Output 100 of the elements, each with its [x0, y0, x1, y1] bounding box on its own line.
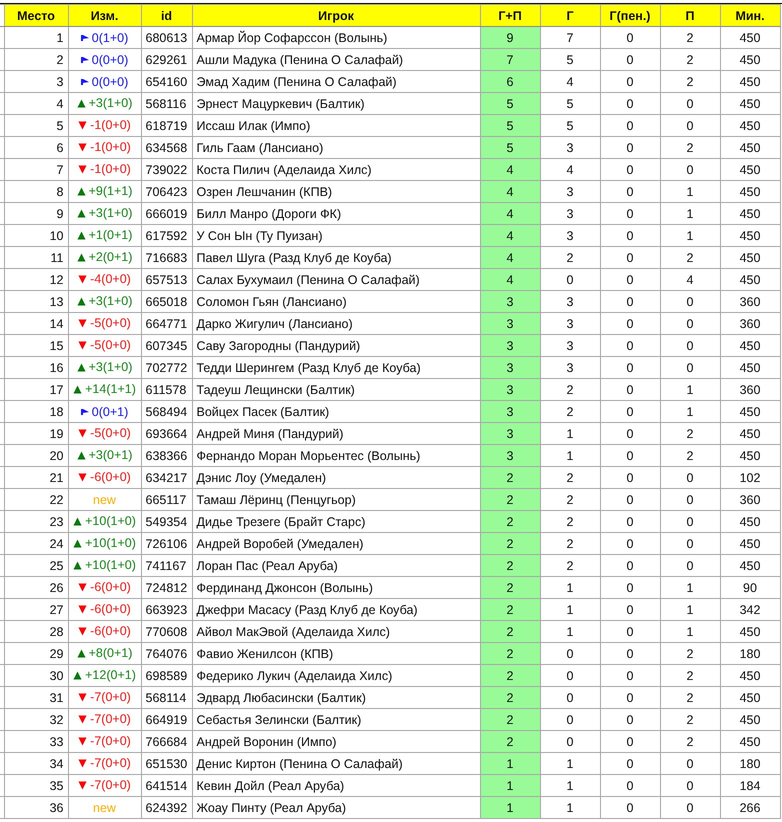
- change-value: +8(0+1): [88, 646, 132, 660]
- table-cell: 450: [720, 202, 780, 224]
- table-cell: 0: [660, 554, 720, 576]
- table-cell: 1: [660, 180, 720, 202]
- change-value: -5(0+0): [90, 338, 131, 352]
- table-cell: 0: [660, 510, 720, 532]
- column-header: Место: [4, 4, 68, 26]
- table-cell: 0: [600, 114, 660, 136]
- table-cell: 22: [4, 488, 68, 510]
- table-cell: 450: [720, 246, 780, 268]
- table-cell: 2: [660, 136, 720, 158]
- column-header: П: [660, 4, 720, 26]
- table-cell: 2: [660, 730, 720, 752]
- table-cell: 3: [480, 378, 540, 400]
- table-cell: 0: [600, 290, 660, 312]
- table-cell: 666019: [141, 202, 192, 224]
- table-cell: 184: [720, 774, 780, 796]
- table-cell: 2: [480, 466, 540, 488]
- table-cell: 1: [660, 576, 720, 598]
- table-cell: 3: [540, 224, 600, 246]
- table-cell: 2: [540, 466, 600, 488]
- table-cell: 450: [720, 26, 780, 48]
- table-cell: Фернандо Моран Морьентес (Волынь): [192, 444, 480, 466]
- table-cell: 21: [4, 466, 68, 488]
- table-cell: 2: [660, 444, 720, 466]
- table-cell: 2: [660, 708, 720, 730]
- table-cell: 3: [540, 334, 600, 356]
- table-cell: 1: [540, 598, 600, 620]
- column-header: Игрок: [192, 4, 480, 26]
- table-cell: 657513: [141, 268, 192, 290]
- table-cell: 5: [540, 114, 600, 136]
- table-cell: 360: [720, 378, 780, 400]
- change-value: -1(0+0): [90, 140, 131, 154]
- table-cell: 14: [4, 312, 68, 334]
- table-cell: Билл Манро (Дороги ФК): [192, 202, 480, 224]
- column-header: Г: [540, 4, 600, 26]
- change-value: +14(1+1): [85, 382, 136, 396]
- table-cell: 450: [720, 92, 780, 114]
- change-value: -7(0+0): [90, 778, 131, 792]
- table-cell: 5: [540, 92, 600, 114]
- table-cell: 1: [540, 422, 600, 444]
- table-cell: Тадеуш Лещински (Балтик): [192, 378, 480, 400]
- table-cell: 0: [540, 686, 600, 708]
- table-cell: 0: [600, 70, 660, 92]
- table-cell: 651530: [141, 752, 192, 774]
- change-value: -5(0+0): [90, 316, 131, 330]
- table-cell: 3: [4, 70, 68, 92]
- table-cell: 2: [480, 510, 540, 532]
- table-cell: Соломон Гьян (Лансиано): [192, 290, 480, 312]
- change-value: -7(0+0): [90, 712, 131, 726]
- table-cell: 4: [540, 158, 600, 180]
- table-cell: 3: [540, 290, 600, 312]
- table-cell: 9: [4, 202, 68, 224]
- table-cell: 0: [600, 642, 660, 664]
- table-cell: 2: [480, 686, 540, 708]
- table-cell: 0: [660, 356, 720, 378]
- table-cell: 607345: [141, 334, 192, 356]
- table-cell: 450: [720, 114, 780, 136]
- table-cell: 0: [600, 378, 660, 400]
- table-cell: 0: [660, 334, 720, 356]
- change-value: -4(0+0): [90, 272, 131, 286]
- table-cell: 693664: [141, 422, 192, 444]
- change-value: +9(1+1): [88, 184, 132, 198]
- table-cell: 2: [660, 422, 720, 444]
- table-cell: 0: [660, 158, 720, 180]
- table-cell: 450: [720, 400, 780, 422]
- table-cell: 0: [540, 708, 600, 730]
- change-value: 0(0+0): [92, 53, 128, 67]
- table-cell: Дэнис Лоу (Умедален): [192, 466, 480, 488]
- table-cell: 665117: [141, 488, 192, 510]
- table-cell: 450: [720, 158, 780, 180]
- table-cell: 0: [600, 400, 660, 422]
- table-cell: 568494: [141, 400, 192, 422]
- table-cell: 4: [480, 224, 540, 246]
- table-cell: 25: [4, 554, 68, 576]
- table-cell: Войцех Пасек (Балтик): [192, 400, 480, 422]
- change-value: +1(0+1): [88, 228, 132, 242]
- table-cell: 702772: [141, 356, 192, 378]
- table-cell: 2: [4, 48, 68, 70]
- table-cell: 0: [600, 510, 660, 532]
- table-cell: 2: [540, 510, 600, 532]
- table-cell: 0: [600, 158, 660, 180]
- table-cell: 0: [600, 26, 660, 48]
- table-cell: 568114: [141, 686, 192, 708]
- table-cell: 1: [540, 620, 600, 642]
- table-cell: 360: [720, 312, 780, 334]
- table-cell: 0: [600, 730, 660, 752]
- table-cell: Ашли Мадука (Пенина О Салафай): [192, 48, 480, 70]
- table-cell: 0: [600, 686, 660, 708]
- table-cell: 342: [720, 598, 780, 620]
- table-cell: 1: [540, 752, 600, 774]
- table-cell: 0: [600, 356, 660, 378]
- table-cell: 2: [480, 730, 540, 752]
- table-cell: 5: [540, 48, 600, 70]
- table-cell: 568116: [141, 92, 192, 114]
- table-cell: 0: [660, 774, 720, 796]
- table-cell: 624392: [141, 796, 192, 818]
- table-cell: 450: [720, 730, 780, 752]
- table-cell: 7: [540, 26, 600, 48]
- table-cell: 3: [540, 180, 600, 202]
